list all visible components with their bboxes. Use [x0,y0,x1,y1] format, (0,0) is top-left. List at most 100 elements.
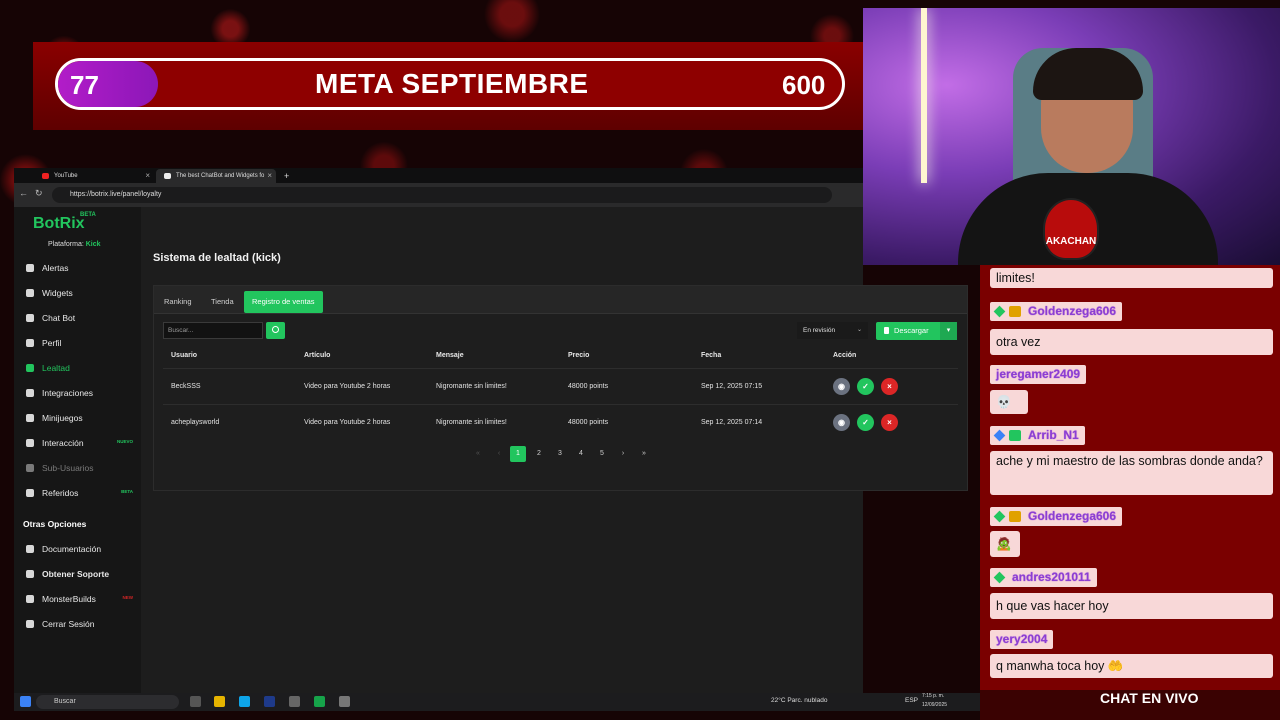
taskbar-search[interactable]: Buscar [36,695,179,709]
next-page-icon[interactable]: › [615,446,631,462]
view-icon[interactable]: ◉ [833,378,850,395]
weather-widget[interactable]: 22°C Parc. nublado [771,697,827,704]
sidebar-item-cerrar-sesion[interactable]: Cerrar Sesión [24,615,139,633]
chat-icon [26,314,34,322]
reject-icon[interactable]: × [881,378,898,395]
windows-start-icon[interactable] [20,696,31,707]
clock-time[interactable]: 7:15 p. m. [922,693,944,699]
close-icon[interactable]: × [145,169,150,183]
reload-icon[interactable]: ↻ [35,188,43,199]
file-icon [884,327,889,334]
brand-logo[interactable]: BotRix [33,215,85,233]
page-5[interactable]: 5 [594,446,610,462]
app-icon[interactable] [314,696,325,707]
sidebar-item-alertas[interactable]: Alertas [24,259,139,277]
chat-message: ache y mi maestro de las sombras donde a… [990,451,1273,495]
sidebar-item-label: Cerrar Sesión [42,619,95,629]
tab-bar: Ranking Tienda Registro de ventas [154,286,967,314]
column-header: Acción [833,352,857,359]
photoshop-icon[interactable] [264,696,275,707]
gear-icon [26,389,34,397]
browser-tab-youtube[interactable]: YouTube × [34,169,154,183]
prev-page-icon[interactable]: ‹ [491,446,507,462]
cell-user: BeckSSS [171,383,201,390]
sidebar-item-label: Documentación [42,544,102,554]
approve-icon[interactable]: ✓ [857,414,874,431]
edge-icon[interactable] [239,696,250,707]
address-bar: ← ↻ https://botrix.live/panel/loyalty [14,183,863,207]
language-indicator[interactable]: ESP [905,697,918,704]
first-page-icon[interactable]: « [470,446,486,462]
chat-message: otra vez [990,329,1273,355]
tab-tienda[interactable]: Tienda [203,291,242,313]
browser-tab-botrix[interactable]: The best ChatBot and Widgets fo × [156,169,276,183]
chat-username: Goldenzega606 [990,302,1123,321]
sidebar-item-interaccion[interactable]: Interacción NUEVO [24,434,139,452]
sidebar-item-integraciones[interactable]: Integraciones [24,384,139,402]
botrix-page: BotRix BETA Plataforma: Kick Alertas Wid… [14,207,968,693]
sidebar-item-perfil[interactable]: Perfil [24,334,139,352]
sidebar-item-soporte[interactable]: Obtener Soporte [24,565,139,583]
cell-date: Sep 12, 2025 07:14 [701,419,763,426]
clock-date[interactable]: 12/09/2025 [922,702,947,708]
table-row: acheplaysworld Video para Youtube 2 hora… [163,404,958,440]
sidebar-item-label: Interacción [42,438,84,448]
sidebar-item-referidos[interactable]: Referidos BETA [24,484,139,502]
gamepad-icon [26,414,34,422]
windows-taskbar: Buscar 22°C Parc. nublado ESP 7:15 p. m.… [14,693,980,711]
sidebar: BotRix BETA Plataforma: Kick Alertas Wid… [14,207,141,693]
sidebar-item-chat-bot[interactable]: Chat Bot [24,309,139,327]
chat-username: jeregamer2409 [990,365,1087,384]
status-filter-select[interactable]: En revisión ⌄ [797,322,868,339]
shirt-logo-text: AKACHAN [1045,236,1097,247]
sidebar-item-widgets[interactable]: Widgets [24,284,139,302]
cell-message: Nigromante sin limites! [436,419,507,426]
approve-icon[interactable]: ✓ [857,378,874,395]
app-icon[interactable] [339,696,350,707]
new-tab-icon[interactable]: + [280,169,296,183]
obs-icon[interactable] [289,696,300,707]
chat-username: andres201011 [990,568,1097,587]
file-explorer-icon[interactable] [214,696,225,707]
badge-icon [993,571,1024,584]
page-title: Sistema de lealtad (kick) [153,252,281,264]
sidebar-item-sub-usuarios[interactable]: Sub-Usuarios [24,459,139,477]
platform-value: Kick [85,241,101,248]
reject-icon[interactable]: × [881,414,898,431]
page-4[interactable]: 4 [573,446,589,462]
download-button[interactable]: Descargar ▾ [876,322,957,340]
column-header: Usuario [171,352,198,359]
tab-ranking[interactable]: Ranking [156,291,200,313]
chat-footer-title: CHAT EN VIVO [1100,690,1199,706]
cell-item: Video para Youtube 2 horas [304,419,391,426]
close-icon[interactable]: × [267,169,272,183]
browser-window: YouTube × The best ChatBot and Widgets f… [14,168,968,693]
tab-registro-ventas[interactable]: Registro de ventas [244,291,323,313]
sidebar-item-label: Integraciones [42,388,94,398]
sidebar-item-label: Referidos [42,488,79,498]
page-1[interactable]: 1 [510,446,526,462]
sidebar-item-label: Perfil [42,338,62,348]
search-icon[interactable] [266,322,285,339]
webcam-feed: AKACHAN [863,8,1280,265]
sidebar-item-minijuegos[interactable]: Minijuegos [24,409,139,427]
last-page-icon[interactable]: » [636,446,652,462]
cell-price: 48000 points [568,383,609,390]
task-view-icon[interactable] [190,696,201,707]
chat-message: 💀 [990,390,1028,414]
sidebar-item-label: Sub-Usuarios [42,463,94,473]
view-icon[interactable]: ◉ [833,414,850,431]
page-3[interactable]: 3 [552,446,568,462]
sidebar-item-label: Chat Bot [42,313,76,323]
widgets-icon [26,289,34,297]
page-2[interactable]: 2 [531,446,547,462]
back-icon[interactable]: ← [19,188,28,198]
search-input[interactable]: Buscar... [163,322,263,339]
goal-current: 77 [70,70,99,100]
platform-label-text: Plataforma: [48,241,84,248]
sidebar-item-lealtad[interactable]: Lealtad [24,359,139,377]
sidebar-item-monsterbuilds[interactable]: MonsterBuilds NEW [24,590,139,608]
sidebar-item-documentacion[interactable]: Documentación [24,540,139,558]
chevron-down-icon[interactable]: ▾ [940,322,957,340]
url-input[interactable]: https://botrix.live/panel/loyalty [52,187,832,203]
